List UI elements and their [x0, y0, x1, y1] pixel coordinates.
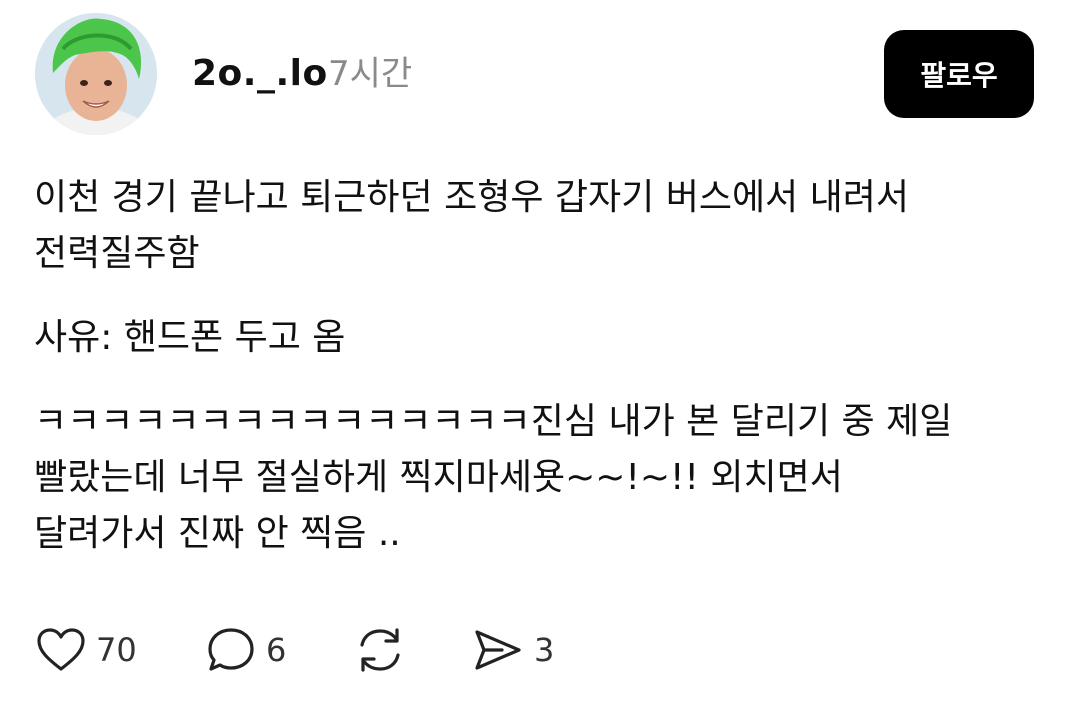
- repost-button[interactable]: [354, 622, 406, 678]
- avatar[interactable]: [35, 13, 157, 135]
- share-button[interactable]: 3: [472, 622, 554, 678]
- like-count: 70: [96, 631, 137, 669]
- post-text-line: 빨랐는데 너무 절실하게 찍지마세욧~~!~!! 외치면서: [34, 457, 843, 498]
- action-bar: 70 6 3: [36, 622, 636, 678]
- avatar-image: [35, 13, 157, 135]
- share-count: 3: [534, 631, 555, 669]
- comment-count: 6: [266, 631, 287, 669]
- post-text-line: 이천 경기 끝나고 퇴근하던 조형우 갑자기 버스에서 내려서: [34, 177, 909, 218]
- repost-icon: [354, 625, 406, 675]
- post-text-line: 사유: 핸드폰 두고 옴: [34, 317, 346, 358]
- like-button[interactable]: 70: [36, 622, 137, 678]
- comment-icon: [206, 626, 256, 674]
- username[interactable]: 2o._.lo: [192, 52, 328, 96]
- post-paragraph: 이천 경기 끝나고 퇴근하던 조형우 갑자기 버스에서 내려서 전력질주함: [34, 170, 1044, 282]
- follow-button[interactable]: 팔로우: [884, 30, 1034, 118]
- post-paragraph: ㅋㅋㅋㅋㅋㅋㅋㅋㅋㅋㅋㅋㅋㅋㅋ진심 내가 본 달리기 중 제일 빨랐는데 너무 …: [34, 394, 1044, 562]
- post-timestamp: 7시간: [328, 54, 413, 94]
- comment-button[interactable]: 6: [206, 622, 286, 678]
- thread-post: 2o._.lo 7시간 팔로우 이천 경기 끝나고 퇴근하던 조형우 갑자기 버…: [0, 0, 1080, 712]
- post-text-line: ㅋㅋㅋㅋㅋㅋㅋㅋㅋㅋㅋㅋㅋㅋㅋ진심 내가 본 달리기 중 제일: [34, 401, 953, 442]
- post-text: 이천 경기 끝나고 퇴근하던 조형우 갑자기 버스에서 내려서 전력질주함 사유…: [34, 170, 1044, 562]
- post-paragraph: 사유: 핸드폰 두고 옴: [34, 310, 1044, 366]
- post-text-line: 전력질주함: [34, 233, 200, 274]
- post-text-line: 달려가서 진짜 안 찍음 ..: [34, 513, 401, 554]
- heart-icon: [36, 627, 86, 673]
- send-icon: [472, 627, 524, 673]
